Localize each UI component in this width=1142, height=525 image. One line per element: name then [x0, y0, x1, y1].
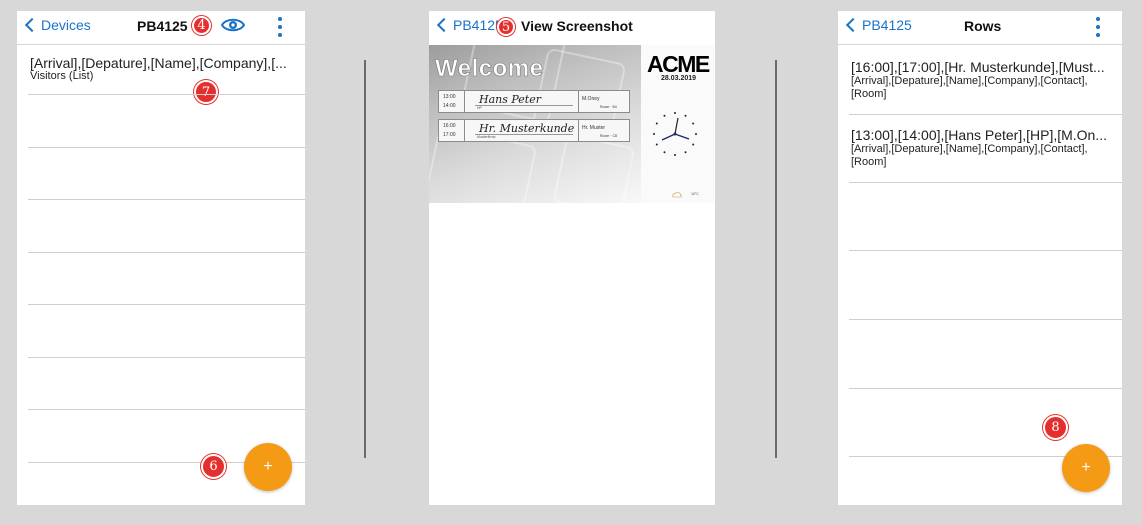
screenshot-preview: Welcome 13:00 14:00 Hans Peter HP M.Oney … — [429, 45, 715, 203]
welcome-heading: Welcome — [435, 55, 544, 83]
visit-time: 13:00 14:00 — [439, 91, 465, 112]
back-label: PB4125 — [862, 17, 912, 33]
cloud-sun-icon — [672, 192, 682, 198]
divider — [28, 357, 305, 358]
background-tile — [552, 133, 636, 203]
more-menu-icon[interactable] — [1096, 17, 1100, 37]
back-button-pb4125[interactable]: PB4125 — [435, 17, 503, 33]
row-subtitle: [Arrival],[Depature],[Name],[Company],[C… — [851, 143, 1088, 155]
separator — [775, 60, 777, 458]
row-subtitle: [Room] — [851, 88, 887, 100]
clock-icon — [653, 112, 697, 156]
rows-screen: PB4125 Rows [16:00],[17:00],[Hr. Musterk… — [838, 11, 1122, 505]
signature-line — [475, 105, 573, 106]
chevron-left-icon — [436, 17, 452, 33]
screenshot-screen: PB4125 5 View Screenshot Welcome 13:00 14… — [429, 11, 715, 505]
divider — [849, 250, 1122, 251]
chevron-left-icon — [24, 17, 40, 33]
visit-time: 16:00 17:00 — [439, 120, 465, 141]
navbar: Devices PB4125 4 — [17, 11, 305, 45]
acme-logo: ACME — [647, 51, 710, 77]
list-item-title: [Arrival],[Depature],[Name],[Company],[.… — [30, 55, 287, 71]
divider — [28, 199, 305, 200]
divider — [28, 304, 305, 305]
row-title: [13:00],[14:00],[Hans Peter],[HP],[M.On.… — [851, 127, 1108, 143]
navbar: PB4125 Rows — [838, 11, 1122, 45]
add-button[interactable]: + — [244, 443, 292, 491]
back-label: PB4125 — [453, 17, 503, 33]
annotation-badge: 5 — [497, 18, 515, 36]
page-title: PB4125 — [137, 18, 188, 34]
back-button-devices[interactable]: Devices — [23, 17, 91, 33]
chevron-left-icon — [845, 17, 861, 33]
row-subtitle: [Arrival],[Depature],[Name],[Company],[C… — [851, 75, 1088, 87]
visit-contact: Hr. Muster Room · C8 — [578, 120, 630, 141]
divider — [28, 147, 305, 148]
back-label: Devices — [41, 17, 91, 33]
row-title: [16:00],[17:00],[Hr. Musterkunde],[Must.… — [851, 59, 1105, 75]
page-title: Rows — [964, 18, 1002, 34]
back-button-pb4125[interactable]: PB4125 — [844, 17, 912, 33]
divider — [849, 319, 1122, 320]
row-subtitle: [Room] — [851, 156, 887, 168]
visit-card: 16:00 17:00 Hr. Musterkunde Musterfirma H… — [438, 119, 630, 142]
divider — [28, 252, 305, 253]
visit-contact: M.Oney Room · B4 — [578, 91, 630, 112]
divider — [849, 388, 1122, 389]
date-label: 28.03.2019 — [661, 75, 697, 82]
divider — [28, 94, 305, 95]
eye-icon[interactable] — [221, 17, 245, 33]
visit-card: 13:00 14:00 Hans Peter HP M.Oney Room · B… — [438, 90, 630, 113]
visit-company: Musterfirma — [477, 135, 496, 139]
divider — [28, 409, 305, 410]
more-menu-icon[interactable] — [278, 17, 282, 37]
page-title: View Screenshot — [521, 18, 633, 34]
annotation-badge: 4 — [192, 16, 211, 35]
navbar: PB4125 5 View Screenshot — [429, 11, 715, 45]
divider — [849, 182, 1122, 183]
annotation-badge: 7 — [194, 80, 218, 104]
weather-temp: 16°C — [691, 192, 699, 196]
divider — [849, 114, 1122, 115]
visit-company: HP — [477, 106, 482, 110]
annotation-badge: 8 — [1043, 415, 1068, 440]
separator — [364, 60, 366, 458]
add-button[interactable]: + — [1062, 444, 1110, 492]
list-item-subtitle: Visitors (List) — [30, 70, 94, 82]
device-screen: Devices PB4125 4 [Arrival],[Depature],[N… — [17, 11, 305, 505]
annotation-badge: 6 — [201, 454, 226, 479]
